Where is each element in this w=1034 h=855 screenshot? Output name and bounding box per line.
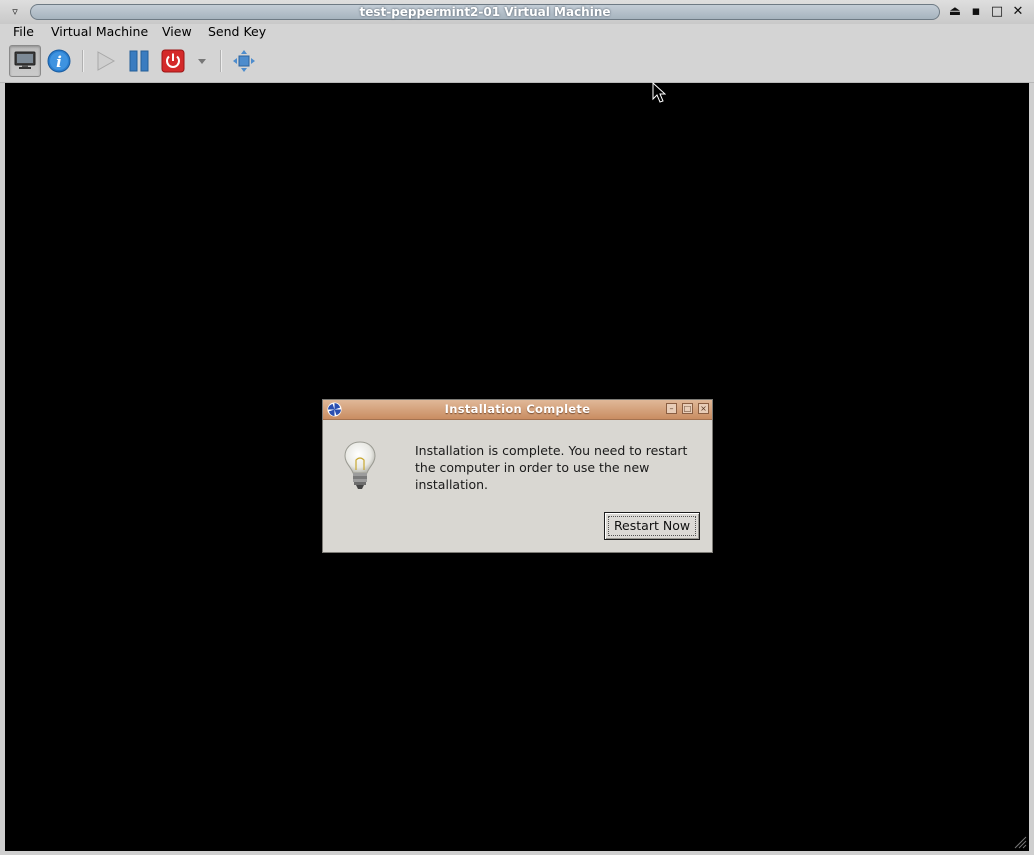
run-button[interactable] xyxy=(89,45,121,77)
menu-virtual-machine[interactable]: Virtual Machine xyxy=(49,24,150,42)
window-shade-button[interactable]: ⏏ xyxy=(947,4,963,20)
menu-file[interactable]: File xyxy=(11,24,36,42)
pause-icon xyxy=(129,50,149,72)
menubar: File Virtual Machine View Send Key xyxy=(0,24,1034,42)
window-maximize-button[interactable]: □ xyxy=(989,4,1005,20)
dialog-minimize-button[interactable]: – xyxy=(666,403,677,414)
menu-view[interactable]: View xyxy=(160,24,194,42)
shutdown-button[interactable] xyxy=(157,45,189,77)
dialog-titlebar[interactable]: Installation Complete – □ × xyxy=(323,400,712,420)
resize-grip-icon[interactable] xyxy=(1013,835,1027,849)
dialog-maximize-button[interactable]: □ xyxy=(682,403,693,414)
fullscreen-button[interactable] xyxy=(228,45,260,77)
window-minimize-button[interactable]: ▪ xyxy=(968,4,984,20)
console-button[interactable] xyxy=(9,45,41,77)
run-icon xyxy=(97,51,116,71)
mouse-pointer-icon xyxy=(652,82,666,103)
shutdown-icon xyxy=(161,49,185,73)
toolbar: i xyxy=(0,42,1034,83)
lightbulb-icon xyxy=(344,441,376,489)
menu-send-key[interactable]: Send Key xyxy=(206,24,268,42)
dialog-message: Installation is complete. You need to re… xyxy=(415,443,688,492)
window-menu-button[interactable]: ▿ xyxy=(6,5,24,19)
dialog-close-button[interactable]: × xyxy=(698,403,709,414)
restart-now-button[interactable]: Restart Now xyxy=(604,512,700,540)
svg-text:i: i xyxy=(56,53,62,71)
restart-now-label: Restart Now xyxy=(608,516,696,536)
console-icon xyxy=(14,51,36,69)
window-title-pill[interactable]: test-peppermint2-01 Virtual Machine xyxy=(30,4,940,20)
dialog-title: Installation Complete xyxy=(444,402,591,416)
fullscreen-icon xyxy=(233,50,255,72)
shutdown-menu-arrow-icon xyxy=(198,59,206,64)
details-button[interactable]: i xyxy=(43,45,75,77)
details-icon: i xyxy=(47,49,71,73)
window-titlebar: ▿ test-peppermint2-01 Virtual Machine ⏏ … xyxy=(0,0,1034,24)
shutdown-menu-button[interactable] xyxy=(189,45,215,77)
installation-complete-dialog: Installation Complete – □ × Installation… xyxy=(322,399,713,553)
pause-button[interactable] xyxy=(123,45,155,77)
window-close-button[interactable]: ✕ xyxy=(1010,4,1026,20)
window-title: test-peppermint2-01 Virtual Machine xyxy=(359,5,611,19)
